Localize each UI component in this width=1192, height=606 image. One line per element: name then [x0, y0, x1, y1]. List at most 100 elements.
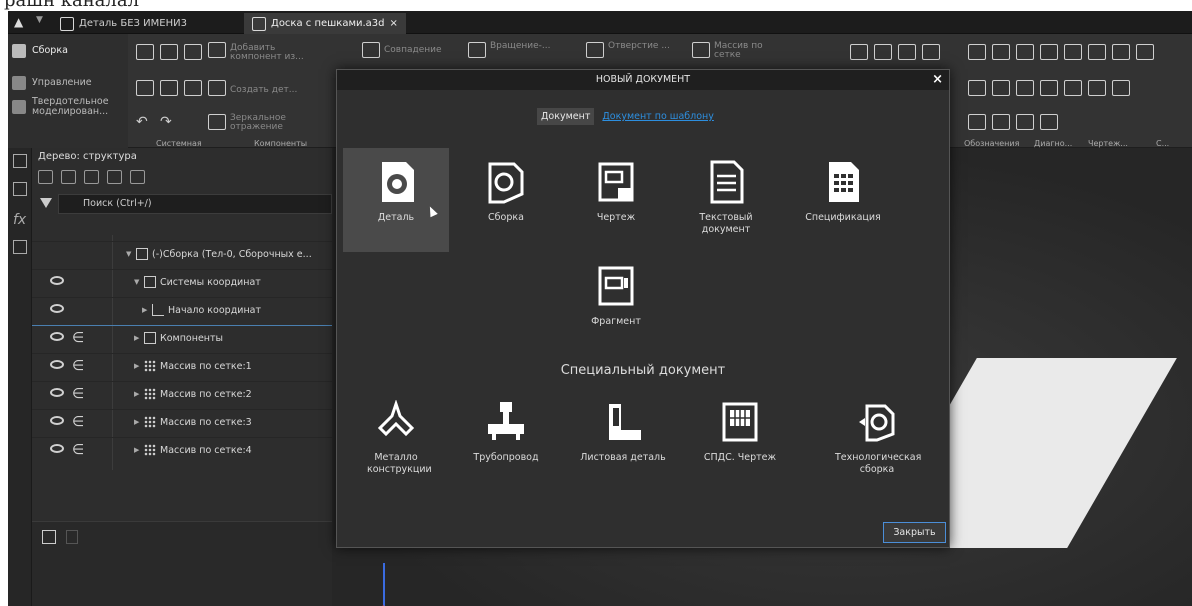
expand-arrow-icon[interactable]: ▼: [134, 278, 139, 286]
tree-tool-icon[interactable]: [84, 170, 99, 184]
hole-icon[interactable]: [586, 42, 604, 58]
eye-icon[interactable]: [50, 444, 64, 453]
tree-tool-icon[interactable]: [107, 170, 122, 184]
eye-icon[interactable]: [50, 388, 64, 397]
tile-specification[interactable]: Спецификация: [783, 148, 903, 252]
tool-icon[interactable]: [1088, 80, 1106, 96]
tree-tool-icon[interactable]: [38, 170, 53, 184]
match-label[interactable]: Совпадение: [384, 46, 442, 55]
tree-view-icon[interactable]: [42, 530, 56, 544]
save-icon[interactable]: [184, 44, 202, 60]
expand-arrow-icon[interactable]: ▶: [134, 446, 139, 454]
tree-tool-icon[interactable]: [130, 170, 145, 184]
tile-pipeline[interactable]: Трубопровод: [453, 388, 559, 492]
eye-icon[interactable]: [50, 304, 64, 313]
tool-icon[interactable]: [850, 44, 868, 60]
rotation-label[interactable]: Вращение-...: [490, 42, 551, 51]
expand-arrow-icon[interactable]: ▶: [134, 418, 139, 426]
mode-management[interactable]: Управление: [12, 72, 92, 94]
tool-icon[interactable]: [1016, 114, 1034, 130]
undo-icon[interactable]: ↶: [136, 114, 154, 130]
tree-row[interactable]: ∈ ▶ Массив по сетке:1: [32, 353, 332, 381]
redo-icon[interactable]: ↷: [160, 114, 178, 130]
tree-row[interactable]: ∈ ▶ Массив по сетке:4: [32, 437, 332, 465]
tool-icon[interactable]: [1112, 80, 1130, 96]
tool-icon[interactable]: [1136, 44, 1154, 60]
tool-icon[interactable]: [968, 114, 986, 130]
tool-icon[interactable]: [874, 44, 892, 60]
pencil-icon[interactable]: [968, 44, 986, 60]
tool-icon[interactable]: [968, 80, 986, 96]
tool-icon[interactable]: [1016, 44, 1034, 60]
add-component-icon[interactable]: [208, 42, 226, 58]
tool-icon[interactable]: [1064, 44, 1082, 60]
tool-icon[interactable]: [1112, 44, 1130, 60]
array-label[interactable]: Массив по сетке: [714, 42, 774, 60]
tool-icon[interactable]: [1040, 44, 1058, 60]
tile-sheet-part[interactable]: Листовая деталь: [563, 388, 683, 492]
tool-icon[interactable]: [1064, 80, 1082, 96]
open-folder-icon[interactable]: [160, 44, 178, 60]
tab-close-icon[interactable]: ×: [390, 18, 398, 29]
mirror-icon[interactable]: [208, 114, 226, 130]
list-icon[interactable]: [13, 182, 27, 196]
tool-icon[interactable]: [992, 44, 1010, 60]
mode-solid-modeling[interactable]: Твердотельное моделирован...: [12, 96, 122, 118]
tree-row[interactable]: ▼ (-)Сборка (Тел-0, Сборочных е...: [32, 241, 332, 269]
tool-icon[interactable]: [1088, 44, 1106, 60]
tree-row[interactable]: ∈ ▶ Массив по сетке:3: [32, 409, 332, 437]
home-icon[interactable]: ▲: [14, 15, 28, 29]
hole-label[interactable]: Отверстие ...: [608, 42, 670, 51]
expand-arrow-icon[interactable]: ▶: [134, 334, 139, 342]
tab-document-template[interactable]: Документ по шаблону: [598, 108, 718, 125]
create-detail-label[interactable]: Создать дет...: [230, 86, 297, 95]
tile-metal-structures[interactable]: Металло конструкции: [343, 388, 449, 492]
add-component-label[interactable]: Добавить компонент из...: [230, 44, 320, 62]
tree-row[interactable]: ∈ ▶ Массив по сетке:2: [32, 381, 332, 409]
tile-spds-drawing[interactable]: СПДС. Чертеж: [687, 388, 793, 492]
mode-assembly[interactable]: Сборка: [12, 40, 68, 62]
tab-detail-unnamed[interactable]: Деталь БЕЗ ИМЕНИ3: [52, 13, 195, 34]
menu-icon[interactable]: [13, 240, 27, 254]
preview-icon[interactable]: [160, 80, 178, 96]
search-input[interactable]: Поиск (Ctrl+/): [58, 194, 332, 214]
tile-text-document[interactable]: Текстовый документ: [673, 148, 779, 252]
tool-icon[interactable]: [1016, 80, 1034, 96]
tree-tool-icon[interactable]: [61, 170, 76, 184]
expand-arrow-icon[interactable]: ▶: [134, 362, 139, 370]
tree-icon[interactable]: [13, 154, 27, 168]
create-detail-icon[interactable]: [208, 80, 226, 96]
tool-icon[interactable]: [898, 44, 916, 60]
filter-icon[interactable]: [40, 198, 52, 208]
new-file-icon[interactable]: [136, 44, 154, 60]
tile-tech-assembly[interactable]: Технологическая сборка: [817, 388, 937, 492]
tool-icon[interactable]: [992, 80, 1010, 96]
pin-icon[interactable]: ▼: [36, 15, 43, 25]
properties-icon[interactable]: [184, 80, 202, 96]
fx-icon[interactable]: fx: [13, 212, 27, 228]
rotation-icon[interactable]: [468, 42, 486, 58]
tab-board-pawns[interactable]: Доска с пешками.a3d ×: [244, 13, 406, 34]
mirror-label[interactable]: Зеркальное отражение: [230, 114, 320, 132]
tile-assembly[interactable]: Сборка: [453, 148, 559, 252]
eye-icon[interactable]: [50, 332, 64, 341]
tool-icon[interactable]: [1040, 80, 1058, 96]
tool-icon[interactable]: [1040, 114, 1058, 130]
tool-icon[interactable]: [922, 44, 940, 60]
tool-icon[interactable]: [992, 114, 1010, 130]
tree-row[interactable]: ▶ Начало координат: [32, 297, 332, 325]
properties-view-icon[interactable]: [66, 530, 78, 544]
tile-drawing[interactable]: Чертеж: [563, 148, 669, 252]
tile-fragment[interactable]: Фрагмент: [563, 252, 669, 356]
eye-icon[interactable]: [50, 276, 64, 285]
eye-icon[interactable]: [50, 360, 64, 369]
array-icon[interactable]: [692, 42, 710, 58]
dialog-close-icon[interactable]: ×: [932, 72, 943, 88]
expand-arrow-icon[interactable]: ▼: [126, 250, 131, 258]
expand-arrow-icon[interactable]: ▶: [134, 390, 139, 398]
eye-icon[interactable]: [50, 416, 64, 425]
close-button[interactable]: Закрыть: [883, 522, 946, 543]
tile-detail[interactable]: Деталь: [343, 148, 449, 252]
print-icon[interactable]: [136, 80, 154, 96]
expand-arrow-icon[interactable]: ▶: [142, 306, 147, 314]
